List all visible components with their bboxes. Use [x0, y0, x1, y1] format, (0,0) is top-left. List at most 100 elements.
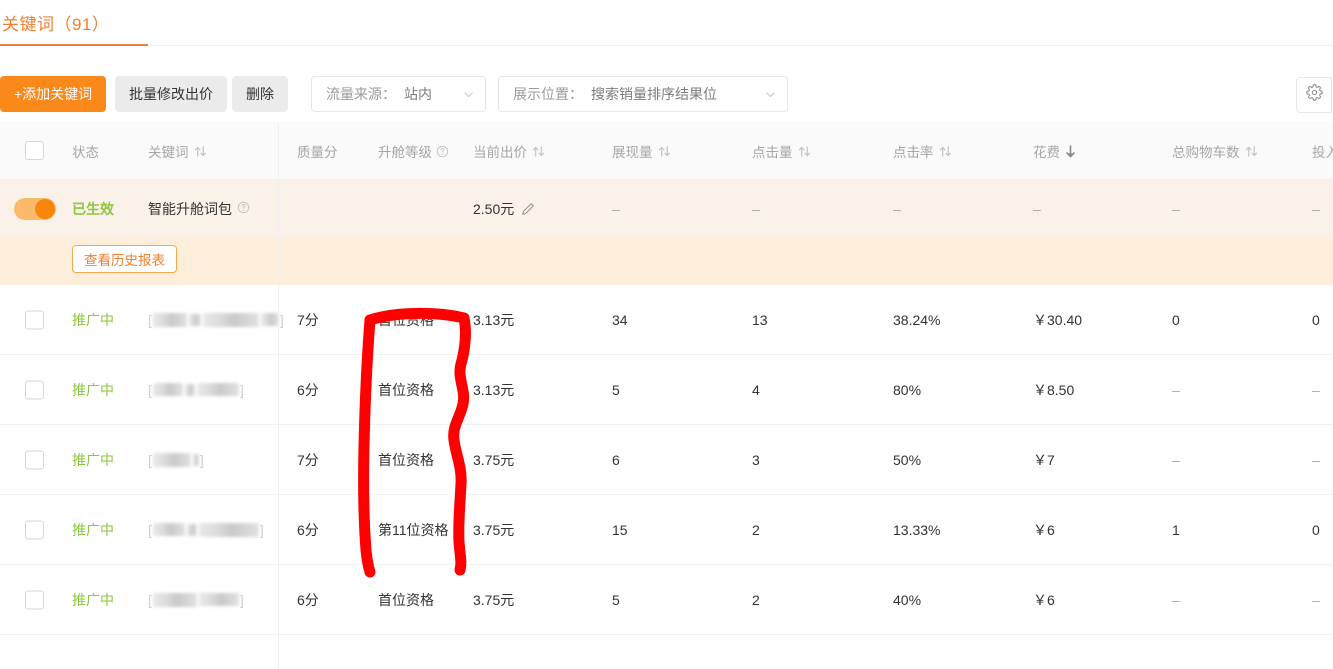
row-keyword-redacted: []: [148, 311, 284, 328]
row-ctr: 50%: [893, 451, 922, 468]
smart-package-carts: –: [1172, 200, 1180, 217]
row-quality-score: 7分: [297, 451, 319, 468]
smart-package-roi: –: [1312, 200, 1320, 217]
sort-icon[interactable]: [939, 145, 952, 158]
delete-button[interactable]: 删除: [232, 76, 288, 112]
row-roi: –: [1312, 451, 1320, 468]
row-current-bid[interactable]: 3.13元: [473, 355, 514, 424]
sort-icon[interactable]: [1245, 145, 1258, 158]
chevron-down-icon: [462, 88, 475, 101]
column-header-clicks[interactable]: 点击量: [752, 122, 811, 180]
row-current-bid[interactable]: 3.75元: [473, 565, 514, 634]
frozen-column-divider: [278, 122, 279, 669]
row-quality-score: 6分: [297, 381, 319, 398]
row-keyword-redacted: []: [148, 381, 244, 398]
column-header-keyword[interactable]: 关键词: [148, 122, 207, 180]
row-clicks: 4: [752, 381, 760, 398]
row-checkbox[interactable]: [25, 450, 44, 469]
column-header-label: 花费: [1033, 145, 1060, 160]
row-status: 推广中: [72, 521, 114, 538]
row-status: 推广中: [72, 591, 114, 608]
sort-icon[interactable]: [194, 145, 207, 158]
add-keyword-button[interactable]: +添加关键词: [0, 76, 107, 112]
sort-icon[interactable]: [1065, 144, 1076, 158]
help-icon[interactable]: [436, 145, 449, 158]
table-row: 推广中 [] 6分 首位资格 3.75元 5 2 40% ￥6 – –: [0, 565, 1333, 635]
sort-icon[interactable]: [532, 145, 545, 158]
view-history-report-button[interactable]: 查看历史报表: [72, 245, 177, 273]
column-header-label: 升舱等级: [378, 145, 432, 160]
column-header-label: 关键词: [148, 145, 189, 160]
smart-upgrade-package-actions-row: 查看历史报表: [0, 237, 1333, 285]
column-settings-button[interactable]: [1296, 77, 1332, 113]
row-cost: ￥7: [1033, 451, 1055, 468]
row-impressions: 6: [612, 451, 620, 468]
display-position-value: 搜索销量排序结果位: [591, 86, 717, 102]
row-total-carts: –: [1172, 451, 1180, 468]
smart-package-impressions: –: [612, 200, 620, 217]
row-upgrade-level: 首位资格: [378, 591, 434, 608]
tab-keywords[interactable]: 关键词（91）: [0, 0, 109, 45]
column-header-quality: 质量分: [297, 122, 338, 180]
row-roi: –: [1312, 591, 1320, 608]
smart-package-cost: –: [1033, 200, 1041, 217]
help-icon[interactable]: [237, 201, 250, 217]
display-position-label: 展示位置：: [513, 86, 583, 102]
row-impressions: 5: [612, 381, 620, 398]
row-checkbox[interactable]: [25, 310, 44, 329]
display-position-select[interactable]: 展示位置： 搜索销量排序结果位: [498, 76, 788, 112]
column-header-label: 点击量: [752, 145, 793, 160]
row-status: 推广中: [72, 451, 114, 468]
row-roi: 0: [1312, 521, 1320, 538]
column-header-impress[interactable]: 展现量: [612, 122, 671, 180]
row-current-bid[interactable]: 3.75元: [473, 425, 514, 494]
column-header-roi: 投入: [1312, 122, 1333, 180]
sort-icon[interactable]: [798, 145, 811, 158]
tab-bar: 关键词（91）: [0, 0, 1333, 46]
traffic-source-select[interactable]: 流量来源： 站内: [311, 76, 486, 112]
row-roi: 0: [1312, 311, 1320, 328]
row-total-carts: –: [1172, 381, 1180, 398]
bulk-edit-bid-button[interactable]: 批量修改出价: [115, 76, 227, 112]
column-header-ctr[interactable]: 点击率: [893, 122, 952, 180]
row-current-bid[interactable]: 3.75元: [473, 495, 514, 564]
select-all-checkbox[interactable]: [25, 141, 44, 160]
row-clicks: 3: [752, 451, 760, 468]
row-quality-score: 7分: [297, 311, 319, 328]
row-status: 推广中: [72, 311, 114, 328]
column-header-status: 状态: [72, 122, 99, 180]
smart-package-toggle[interactable]: [14, 197, 56, 220]
sort-icon[interactable]: [658, 145, 671, 158]
row-clicks: 2: [752, 591, 760, 608]
column-header-upgrade: 升舱等级: [378, 122, 449, 180]
column-header-cost[interactable]: 花费: [1033, 122, 1076, 180]
row-quality-score: 6分: [297, 591, 319, 608]
row-impressions: 34: [612, 311, 628, 328]
table-row: 推广中 [] 6分 首位资格 3.13元 5 4 80% ￥8.50 – –: [0, 355, 1333, 425]
row-upgrade-level: 首位资格: [378, 311, 434, 328]
edit-bid-pencil-icon[interactable]: [521, 202, 535, 216]
row-current-bid[interactable]: 3.13元: [473, 285, 514, 354]
smart-upgrade-package-row: 已生效 智能升舱词包 2.50元 – – – – – –: [0, 180, 1333, 237]
row-ctr: 40%: [893, 591, 922, 608]
row-ctr: 13.33%: [893, 521, 941, 538]
row-impressions: 15: [612, 521, 628, 538]
row-total-carts: 1: [1172, 521, 1180, 538]
row-keyword-redacted: []: [148, 521, 264, 538]
row-checkbox[interactable]: [25, 590, 44, 609]
row-checkbox[interactable]: [25, 380, 44, 399]
row-checkbox[interactable]: [25, 520, 44, 539]
row-clicks: 13: [752, 311, 768, 328]
row-upgrade-level: 第11位资格: [378, 521, 449, 538]
column-header-carts[interactable]: 总购物车数: [1172, 122, 1258, 180]
smart-package-status: 已生效: [72, 200, 114, 217]
column-header-bid[interactable]: 当前出价: [473, 122, 545, 180]
smart-package-ctr: –: [893, 200, 901, 217]
row-cost: ￥6: [1033, 591, 1055, 608]
traffic-source-label: 流量来源：: [326, 86, 396, 102]
column-header-label: 展现量: [612, 145, 653, 160]
column-header-label: 当前出价: [473, 145, 527, 160]
row-upgrade-level: 首位资格: [378, 451, 434, 468]
row-cost: ￥6: [1033, 521, 1055, 538]
row-cost: ￥8.50: [1033, 381, 1075, 398]
